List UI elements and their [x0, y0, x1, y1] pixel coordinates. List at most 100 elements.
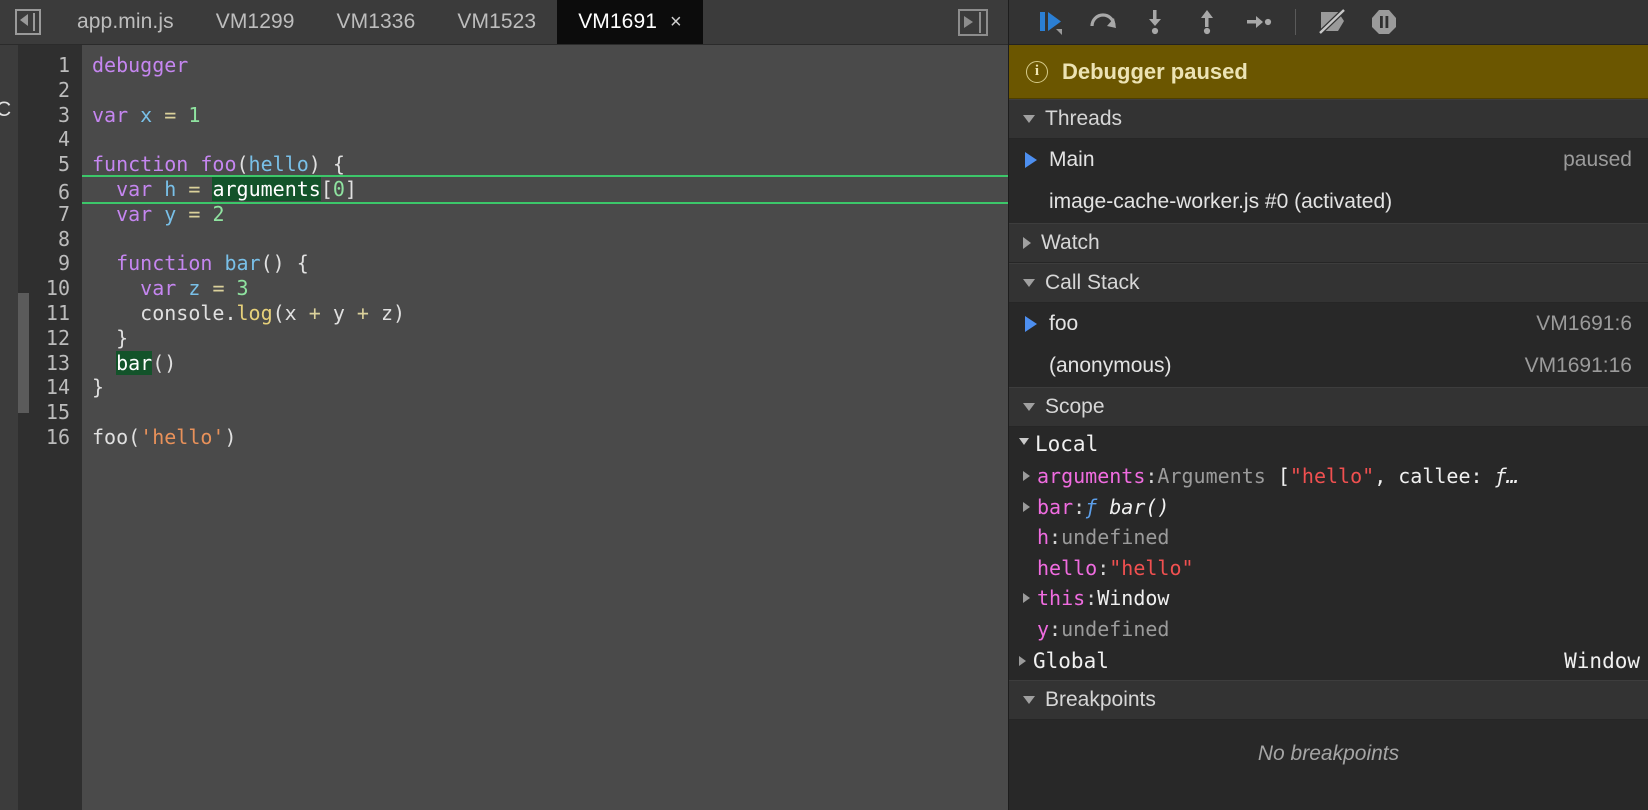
code-line[interactable]: 13 bar(): [82, 351, 1008, 376]
step-out-icon: [1192, 7, 1222, 37]
scope-property-name: y: [1037, 617, 1049, 641]
step-over-button[interactable]: [1077, 0, 1129, 45]
editor-tab-vm1523[interactable]: VM1523: [436, 0, 557, 44]
line-number[interactable]: 7: [18, 202, 70, 227]
thread-label: image-cache-worker.js #0 (activated): [1049, 190, 1632, 214]
code-line[interactable]: 16foo('hello'): [82, 425, 1008, 450]
line-number[interactable]: 13: [18, 351, 70, 376]
thread-row[interactable]: image-cache-worker.js #0 (activated): [1009, 181, 1648, 223]
code-line[interactable]: 5function foo(hello) {: [82, 152, 1008, 177]
scope-group-global[interactable]: Global Window: [1009, 644, 1648, 678]
resume-icon: [1036, 7, 1066, 37]
call-stack-frame-location[interactable]: VM1691:16: [1525, 354, 1632, 378]
code-token: [200, 202, 212, 226]
call-stack-frame[interactable]: (anonymous)VM1691:16: [1009, 345, 1648, 387]
step-out-button[interactable]: [1181, 0, 1233, 45]
code-line-execution[interactable]: 6 var h = arguments[0]: [82, 175, 1008, 204]
code-token: =: [164, 103, 176, 127]
chevron-right-icon[interactable]: [1019, 656, 1026, 666]
line-number[interactable]: 3: [18, 103, 70, 128]
scope-group-value: Window: [1564, 649, 1640, 673]
call-stack-frame-location[interactable]: VM1691:6: [1536, 312, 1632, 336]
line-number[interactable]: 15: [18, 400, 70, 425]
chevron-down-icon[interactable]: [1019, 438, 1029, 450]
code-token: [92, 202, 116, 226]
step-into-button[interactable]: [1129, 0, 1181, 45]
show-navigator-button[interactable]: [0, 0, 56, 44]
debugger-toolbar: [1009, 0, 1648, 45]
current-thread-arrow-icon: [1025, 152, 1037, 168]
scope-property[interactable]: hello: "hello": [1009, 553, 1648, 584]
line-number[interactable]: 8: [18, 227, 70, 252]
debugger-sidebar: i Debugger paused Threads Mainpausedimag…: [1008, 0, 1648, 810]
deactivate-breakpoints-button[interactable]: [1306, 0, 1358, 45]
line-number[interactable]: 11: [18, 301, 70, 326]
editor-tab-app-min-js[interactable]: app.min.js: [56, 0, 195, 44]
code-line[interactable]: 3var x = 1: [82, 103, 1008, 128]
chevron-down-icon: [1023, 115, 1035, 123]
thread-row[interactable]: Mainpaused: [1009, 139, 1648, 181]
call-stack-frame-name: foo: [1049, 312, 1536, 336]
code-token: }: [92, 326, 128, 350]
step-button[interactable]: [1233, 0, 1285, 45]
close-icon[interactable]: ×: [670, 12, 682, 32]
call-stack-frame[interactable]: fooVM1691:6: [1009, 303, 1648, 345]
code-line-text: var h = arguments[0]: [82, 177, 357, 202]
code-token: debugger: [92, 53, 188, 77]
code-text[interactable]: 1debugger23var x = 145function foo(hello…: [82, 45, 1008, 810]
code-line[interactable]: 2: [82, 78, 1008, 103]
line-number[interactable]: 9: [18, 251, 70, 276]
code-token: bar: [224, 251, 260, 275]
code-line[interactable]: 10 var z = 3: [82, 276, 1008, 301]
code-line[interactable]: 4: [82, 127, 1008, 152]
scope-property-value: undefined: [1061, 617, 1169, 641]
code-line[interactable]: 1debugger: [82, 53, 1008, 78]
call-stack-frame-name: (anonymous): [1049, 354, 1525, 378]
code-line[interactable]: 9 function bar() {: [82, 251, 1008, 276]
code-line[interactable]: 14}: [82, 375, 1008, 400]
line-number[interactable]: 2: [18, 78, 70, 103]
call-stack-section-header[interactable]: Call Stack: [1009, 263, 1648, 303]
line-number[interactable]: 16: [18, 425, 70, 450]
scope-property[interactable]: this: Window: [1009, 583, 1648, 614]
editor-tab-vm1336[interactable]: VM1336: [316, 0, 437, 44]
scope-group-local[interactable]: Local: [1009, 427, 1648, 461]
code-token: [212, 251, 224, 275]
chevron-right-icon[interactable]: [1023, 471, 1030, 481]
line-number[interactable]: 4: [18, 127, 70, 152]
chevron-right-icon[interactable]: [1023, 502, 1030, 512]
editor-tab-vm1299[interactable]: VM1299: [195, 0, 316, 44]
editor-tab-vm1691[interactable]: VM1691 ×: [557, 0, 703, 44]
resume-script-execution-button[interactable]: [1025, 0, 1077, 45]
watch-section-header[interactable]: Watch: [1009, 223, 1648, 263]
pause-on-exceptions-button[interactable]: [1358, 0, 1410, 45]
line-number[interactable]: 10: [18, 276, 70, 301]
show-debugger-sidebar-button[interactable]: [938, 0, 1008, 44]
code-line[interactable]: 15: [82, 400, 1008, 425]
code-token: [152, 103, 164, 127]
scope-value-part: [: [1278, 464, 1290, 488]
scope-property-name: h: [1037, 525, 1049, 549]
scope-property[interactable]: h: undefined: [1009, 522, 1648, 553]
editor-tab-label: VM1336: [337, 10, 416, 34]
line-number[interactable]: 12: [18, 326, 70, 351]
call-stack-list: fooVM1691:6(anonymous)VM1691:16: [1009, 303, 1648, 387]
step-icon: [1244, 7, 1274, 37]
scope-property[interactable]: y: undefined: [1009, 614, 1648, 645]
threads-section-header[interactable]: Threads: [1009, 99, 1648, 139]
scope-property[interactable]: bar: ƒ bar(): [1009, 492, 1648, 523]
breakpoints-section-header[interactable]: Breakpoints: [1009, 680, 1648, 720]
code-line[interactable]: 11 console.log(x + y + z): [82, 301, 1008, 326]
scope-section-header[interactable]: Scope: [1009, 387, 1648, 427]
code-line[interactable]: 12 }: [82, 326, 1008, 351]
line-number[interactable]: 5: [18, 152, 70, 177]
chevron-right-icon[interactable]: [1023, 593, 1030, 603]
code-line[interactable]: 7 var y = 2: [82, 202, 1008, 227]
line-number[interactable]: 1: [18, 53, 70, 78]
scope-group-name: Global: [1033, 649, 1109, 673]
scope-property[interactable]: arguments: Arguments ["hello", callee: ƒ…: [1009, 461, 1648, 492]
code-line-text: function foo(hello) {: [82, 152, 345, 177]
code-line[interactable]: 8: [82, 227, 1008, 252]
editor-tab-label: VM1691: [578, 10, 657, 34]
line-number[interactable]: 14: [18, 375, 70, 400]
